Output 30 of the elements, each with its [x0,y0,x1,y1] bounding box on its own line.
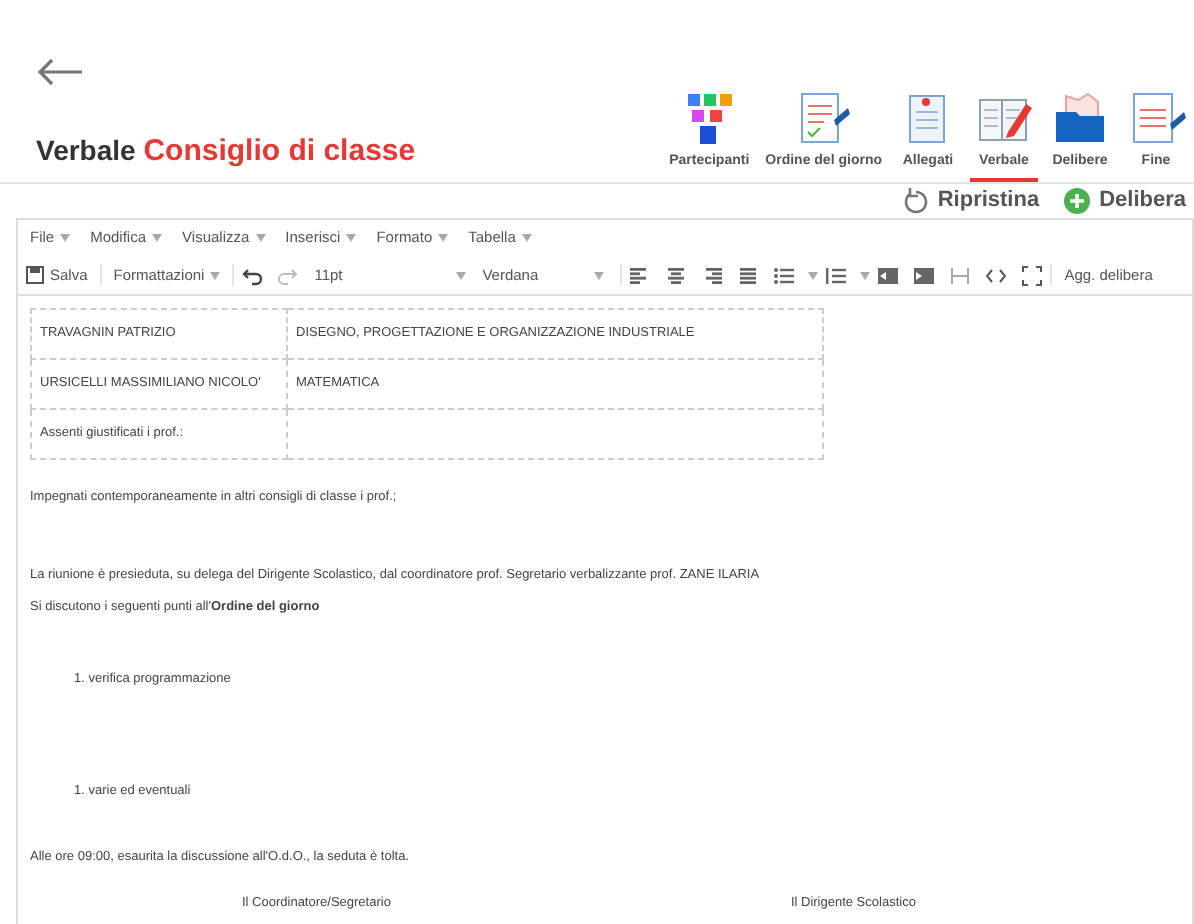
plus-circle-icon [1063,187,1090,213]
restore-button[interactable]: Ripristina [901,183,1040,217]
back-arrow-icon[interactable] [36,57,84,85]
caret-icon [808,271,819,279]
numbered-list-icon[interactable] [826,265,847,285]
caret-icon [60,234,71,242]
caret-icon [521,234,532,242]
caret-icon [255,234,266,242]
undo-icon[interactable] [242,265,263,285]
code-icon[interactable] [986,265,1007,285]
caret-icon [594,271,605,279]
folder-icon [1050,87,1110,147]
caret-icon [860,271,871,279]
align-center-icon[interactable] [666,265,687,285]
fullscreen-icon[interactable] [1022,265,1043,285]
caret-icon [438,234,449,242]
undo-icon [901,187,928,213]
page-title: Verbale Consiglio di classe [36,131,416,171]
align-justify-icon[interactable] [738,265,759,285]
align-left-icon[interactable] [630,265,651,285]
caret-icon [210,271,221,279]
caret-icon [152,234,163,242]
outdent-icon[interactable] [878,265,899,285]
caret-icon [456,271,467,279]
caret-icon [346,234,357,242]
save-icon [26,266,44,284]
align-right-icon[interactable] [702,265,723,285]
add-button[interactable]: Delibera [1063,183,1186,217]
bullet-list-icon[interactable] [774,265,795,285]
indent-icon[interactable] [914,265,935,285]
